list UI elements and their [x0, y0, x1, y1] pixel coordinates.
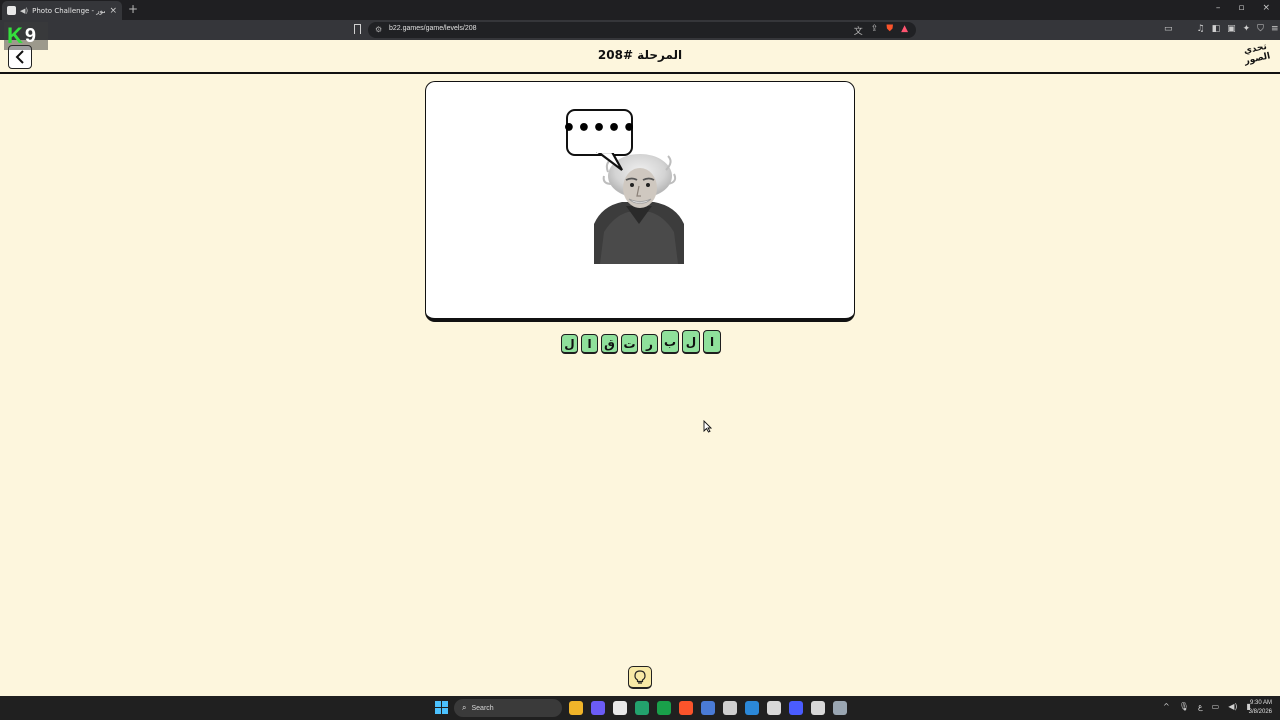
- search-label: Search: [471, 704, 494, 712]
- close-tab-icon[interactable]: ×: [109, 6, 117, 16]
- taskbar-app-icon[interactable]: [811, 701, 825, 715]
- k9-logo-number: 9: [24, 24, 37, 47]
- mouse-cursor-icon: [703, 420, 712, 433]
- tab-title: Photo Challenge - تحدي الصور: [32, 6, 105, 15]
- k9-extension-logo: K 9: [4, 22, 48, 50]
- speech-bubble: •••••: [562, 109, 636, 156]
- sidebar-icon[interactable]: ▭: [1164, 24, 1173, 34]
- hint-button[interactable]: [628, 666, 652, 689]
- brave-shields-icon[interactable]: ⛊: [886, 24, 893, 37]
- k9-logo-letter: K: [7, 23, 23, 48]
- taskbar-app-icon[interactable]: [657, 701, 671, 715]
- taskbar-app-icon[interactable]: [767, 701, 781, 715]
- site-logo[interactable]: تحدي الصور: [1240, 41, 1275, 73]
- system-tray: ^ 🎙 ع ▭ ◀) ▮: [1163, 702, 1251, 711]
- leo-icon[interactable]: ✦: [1243, 24, 1251, 34]
- restore-button[interactable]: ▫: [1238, 3, 1244, 13]
- menu-icon[interactable]: ≡: [1271, 24, 1279, 34]
- brave-rewards-icon[interactable]: ▲: [901, 24, 908, 37]
- taskbar-clock[interactable]: 9:30 AM 3/8/2026: [1249, 699, 1272, 717]
- language-icon[interactable]: ع: [1198, 702, 1203, 711]
- search-icon: ⌕: [462, 703, 467, 712]
- letter-tile[interactable]: ر: [641, 334, 658, 354]
- minimize-button[interactable]: –: [1216, 3, 1221, 13]
- speech-bubble-tail: [596, 152, 623, 171]
- letter-tile[interactable]: ب: [661, 330, 679, 354]
- taskbar-app-icon[interactable]: [613, 701, 627, 715]
- letter-tiles: البرتقال: [561, 328, 721, 354]
- reader-icon[interactable]: ◧: [1212, 24, 1221, 34]
- letter-tile[interactable]: ل: [561, 334, 578, 354]
- microphone-icon[interactable]: 🎙: [1179, 702, 1189, 711]
- wallet-icon[interactable]: ▣: [1227, 24, 1236, 34]
- taskbar-app-icon[interactable]: [745, 701, 759, 715]
- volume-icon[interactable]: ◀): [1228, 702, 1237, 711]
- speaker-icon[interactable]: ◀): [20, 7, 28, 15]
- taskbar-app-icon[interactable]: [591, 701, 605, 715]
- taskbar-app-icon[interactable]: [723, 701, 737, 715]
- page-header: المرحلة #208 تحدي الصور: [0, 40, 1280, 74]
- site-favicon-icon: [7, 6, 16, 15]
- taskbar-app-icon[interactable]: [679, 701, 693, 715]
- letter-tile[interactable]: ا: [703, 330, 721, 354]
- address-bar-icons: 文 ⇪ ⛊ ▲: [854, 24, 908, 37]
- lightbulb-icon: [634, 670, 646, 684]
- letter-tile[interactable]: ت: [621, 334, 638, 354]
- taskbar-app-icon[interactable]: [701, 701, 715, 715]
- browser-right-tools: ▭ ♫ ◧ ▣ ✦ ⛉ ≡: [1164, 24, 1278, 34]
- windows-taskbar: ⌕ Search ^ 🎙 ع ▭ ◀) ▮ 9:30 AM 3/8/2026: [0, 696, 1280, 720]
- address-bar[interactable]: ⚙ b22.games/game/levels/208 文 ⇪ ⛊ ▲: [368, 22, 916, 38]
- close-window-button[interactable]: ×: [1262, 3, 1270, 13]
- windows-start-icon[interactable]: [435, 701, 448, 714]
- taskbar-app-icon[interactable]: [789, 701, 803, 715]
- taskbar-apps: [569, 701, 847, 715]
- translate-icon[interactable]: 文: [854, 24, 863, 37]
- letter-tile[interactable]: ق: [601, 334, 618, 354]
- taskbar-search[interactable]: ⌕ Search: [454, 699, 562, 717]
- level-title: المرحلة #208: [597, 48, 683, 62]
- clock-time: 9:30 AM: [1249, 700, 1272, 706]
- vpn-icon[interactable]: ⛉: [1257, 24, 1264, 34]
- network-icon[interactable]: ▭: [1212, 702, 1220, 711]
- share-icon[interactable]: ⇪: [871, 24, 879, 37]
- new-tab-button[interactable]: +: [128, 2, 138, 16]
- puzzle-image-card: •••••: [425, 81, 855, 322]
- taskbar-app-icon[interactable]: [569, 701, 583, 715]
- media-icon[interactable]: ♫: [1197, 24, 1205, 34]
- site-info-icon[interactable]: ⚙: [375, 25, 382, 34]
- taskbar-app-icon[interactable]: [833, 701, 847, 715]
- letter-tile[interactable]: ا: [581, 334, 598, 354]
- bookmark-icon[interactable]: [354, 24, 361, 34]
- browser-tab[interactable]: ◀) Photo Challenge - تحدي الصور ×: [2, 1, 122, 20]
- letter-tile[interactable]: ل: [682, 330, 700, 354]
- chevron-up-icon[interactable]: ^: [1163, 702, 1170, 711]
- taskbar-app-icon[interactable]: [635, 701, 649, 715]
- url-text[interactable]: b22.games/game/levels/208: [389, 25, 477, 32]
- browser-tab-bar: ◀) Photo Challenge - تحدي الصور × + – ▫ …: [0, 0, 1280, 20]
- bubble-dots: •••••: [561, 115, 638, 141]
- clock-date: 3/8/2026: [1248, 709, 1272, 715]
- window-controls: – ▫ ×: [1216, 3, 1270, 13]
